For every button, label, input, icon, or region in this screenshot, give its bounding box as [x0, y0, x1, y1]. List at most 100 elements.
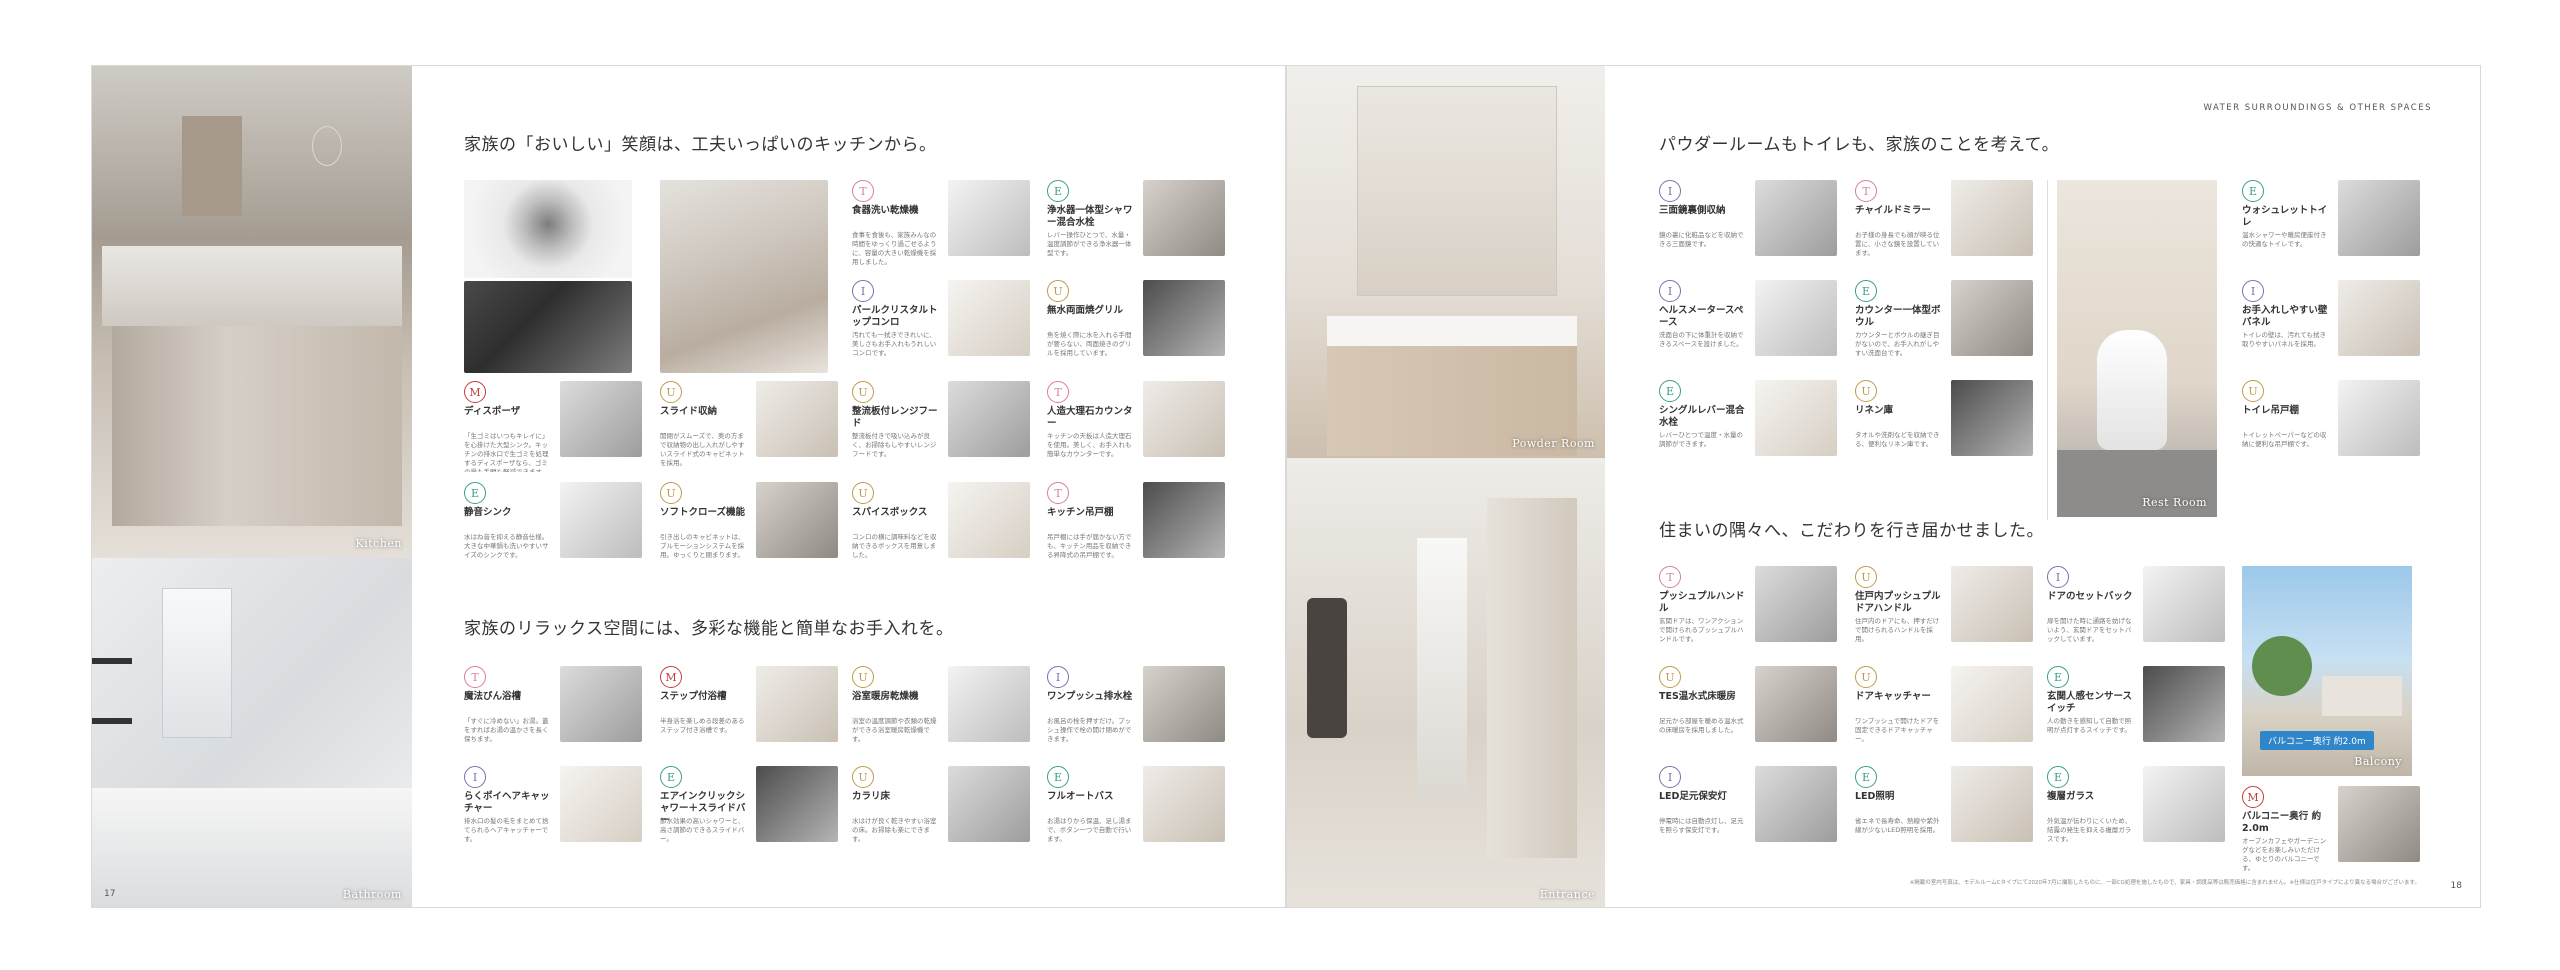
- feature-title: ドアキャッチャー: [1855, 691, 1931, 702]
- feature-badge: E: [1855, 766, 1877, 788]
- feature-item: M バルコニー奥行 約2.0m オープンカフェやガーデニングなどをお楽しみいただける…: [2242, 786, 2437, 878]
- feature-title: LED照明: [1855, 791, 1895, 802]
- feature-item: E ウォシュレットトイレ 温水シャワーや暖房便座付きの快適なトイレです。: [2242, 180, 2437, 272]
- feature-item: I ワンプッシュ排水栓 お風呂の栓を押すだけ。プッシュ操作で栓の開け閉めができます。: [1047, 666, 1242, 758]
- feature-description: 人の動きを感知して自動で照明が点灯するスイッチです。: [2047, 717, 2132, 734]
- feature-description: 浴室の温度調節や衣類の乾燥ができる浴室暖房乾燥機です。: [852, 717, 937, 743]
- feature-item: E 浄水器一体型シャワー混合水栓 レバー操作ひとつで、水量・温度調節ができる浄水器一…: [1047, 180, 1242, 272]
- feature-description: 扉を開けた時に通路を妨げないよう、玄関ドアをセットバックしています。: [2047, 617, 2132, 643]
- feature-title: 浴室暖房乾燥機: [852, 691, 919, 702]
- feature-item: T 人造大理石カウンター キッチンの天板は人造大理石を使用。美しく、お手入れも簡単な…: [1047, 381, 1242, 473]
- feature-title: スライド収納: [660, 406, 718, 417]
- feature-item: T 食器洗い乾燥機食事を食後も、家族みんなの時間をゆっくり過ごせるように、容量の大…: [852, 180, 1047, 272]
- feature-item: U TES温水式床暖房 足元から部屋を暖める温水式の床暖房を採用しました。: [1659, 666, 1854, 758]
- feature-badge: I: [1659, 766, 1681, 788]
- feature-item: T キッチン吊戸棚 吊戸棚には手が届かない方でも、キッチン用品を収納できる昇降式の吊…: [1047, 482, 1242, 574]
- feature-badge: I: [1047, 666, 1069, 688]
- feature-description: 外気温が伝わりにくいため、結露の発生を抑える複層ガラスです。: [2047, 817, 2132, 843]
- feature-description: 玄関ドアは、ワンアクションで開けられるプッシュプルハンドルです。: [1659, 617, 1744, 643]
- feature-badge: T: [464, 666, 486, 688]
- feature-title: キッチン吊戸棚: [1047, 507, 1114, 518]
- kitchen-heading: 家族の「おいしい」笑顔は、工夫いっぱいのキッチンから。: [464, 135, 937, 155]
- feature-description: 「すぐに冷めない」お湯。蓋をすればお湯の温かさを長く保ちます。: [464, 717, 549, 743]
- feature-item: U カラリ床 水はけが良く乾きやすい浴室の床。お掃除も楽にできます。: [852, 766, 1047, 858]
- feature-description: トイレの壁は、汚れても拭き取りやすいパネルを採用。: [2242, 331, 2326, 348]
- feature-badge: U: [852, 666, 874, 688]
- feature-photo: [1755, 566, 1837, 642]
- feature-title: 無水両面焼グリル: [1047, 305, 1124, 316]
- feature-title: 人造大理石カウンター: [1047, 406, 1133, 429]
- feature-description: キッチンの天板は人造大理石を使用。美しく、お手入れも簡単なカウンターです。: [1047, 432, 1132, 458]
- feature-description: 鏡の裏に化粧品などを収納できる三面鏡です。: [1659, 231, 1744, 248]
- rest-room-photo: Rest Room: [2057, 180, 2217, 517]
- feature-item: U スパイスボックス コンロの横に調味料などを収納できるボックスを用意しました。: [852, 482, 1047, 574]
- feature-photo: [2338, 380, 2420, 456]
- feature-item: I 三面鏡裏側収納 鏡の裏に化粧品などを収納できる三面鏡です。: [1659, 180, 1854, 272]
- powder-room-photo: Powder Room: [1287, 66, 1605, 458]
- feature-item: U 浴室暖房乾燥機浴室の温度調節や衣類の乾燥ができる浴室暖房乾燥機です。: [852, 666, 1047, 758]
- feature-description: 「生ゴミはいつもキレイに」を心掛けた大型シンク。キッチンの排水口で生ゴミを処理す…: [464, 432, 549, 472]
- feature-description: 省エネで長寿命、熱線や紫外線が少ないLED照明を採用。: [1855, 817, 1940, 834]
- feature-title: 整流板付レンジフード: [852, 406, 938, 429]
- feature-description: お風呂の栓を押すだけ。プッシュ操作で栓の開け閉めができます。: [1047, 717, 1132, 743]
- feature-item: U 無水両面焼グリル 魚を焼く際に水を入れる手間が要らない、両面焼きのグリルを採用し…: [1047, 280, 1242, 372]
- feature-photo: [756, 381, 838, 457]
- feature-title: 食器洗い乾燥機: [852, 205, 919, 216]
- feature-description: 魚を焼く際に水を入れる手間が要らない、両面焼きのグリルを採用しています。: [1047, 331, 1132, 357]
- feature-item: E LED照明省エネで長寿命、熱線や紫外線が少ないLED照明を採用。: [1855, 766, 2050, 858]
- feature-badge: T: [1855, 180, 1877, 202]
- feature-photo: [948, 381, 1030, 457]
- feature-photo: [2338, 280, 2420, 356]
- feature-photo: [1951, 766, 2033, 842]
- feature-badge: T: [852, 180, 874, 202]
- feature-item: T 魔法びん浴槽 「すぐに冷めない」お湯。蓋をすればお湯の温かさを長く保ちます。: [464, 666, 659, 758]
- feature-photo: [1951, 280, 2033, 356]
- feature-title: パールクリスタルトップコンロ: [852, 305, 938, 328]
- feature-title: リネン庫: [1855, 405, 1894, 416]
- feature-title: カウンター一体型ボウル: [1855, 305, 1941, 328]
- misc-heading: 住まいの隅々へ、こだわりを行き届かせました。: [1659, 521, 2044, 541]
- feature-title: 住戸内プッシュプルドアハンドル: [1855, 591, 1941, 614]
- feature-item: U ソフトクローズ機能 引き出しのキャビネットは、ブルモーションシステムを採用。ゆっ…: [660, 482, 855, 574]
- feature-title: TES温水式床暖房: [1659, 691, 1736, 702]
- kitchen-caption: Kitchen: [355, 537, 402, 550]
- feature-badge: U: [1855, 566, 1877, 588]
- powder-heading: パウダールームもトイレも、家族のことを考えて。: [1659, 135, 2060, 155]
- feature-badge: T: [1047, 381, 1069, 403]
- feature-photo: [756, 666, 838, 742]
- feature-item: E 静音シンク 水はね音を抑える静音仕様。大きな中華鍋も洗いやすいサイズのシンクです…: [464, 482, 659, 574]
- feature-photo: [2338, 180, 2420, 256]
- feature-description: 半身浴を楽しめる段差のあるステップ付き浴槽です。: [660, 717, 745, 734]
- feature-item: I らくポイヘアキャッチャー 排水口の髪の毛をまとめて捨てられるヘアキャッチャーです…: [464, 766, 659, 858]
- feature-item: M ディスポーザ 「生ゴミはいつもキレイに」を心掛けた大型シンク。キッチンの排水口で…: [464, 381, 659, 473]
- feature-item: I ヘルスメータースペース 洗面台の下に体重計を収納できるスペースを設けました。: [1659, 280, 1854, 372]
- feature-title: ソフトクローズ機能: [660, 507, 746, 518]
- feature-photo: [560, 666, 642, 742]
- feature-photo: [1755, 380, 1837, 456]
- feature-badge: M: [660, 666, 682, 688]
- feature-title: バルコニー奥行 約2.0m: [2242, 811, 2322, 834]
- feature-description: 洗面台の下に体重計を収納できるスペースを設けました。: [1659, 331, 1744, 348]
- feature-title: カラリ床: [852, 791, 891, 802]
- feature-photo: [1755, 766, 1837, 842]
- feature-badge: I: [852, 280, 874, 302]
- feature-badge: I: [464, 766, 486, 788]
- feature-item: E エアインクリックシャワー＋スライドバー 節水効果の高いシャワーと、高さ調節のでき…: [660, 766, 855, 858]
- feature-item: I お手入れしやすい壁パネル トイレの壁は、汚れても拭き取りやすいパネルを採用。: [2242, 280, 2437, 372]
- balcony-photo: バルコニー奥行 約2.0m Balcony: [2242, 566, 2412, 776]
- entrance-caption: Entrance: [1539, 888, 1595, 901]
- feature-badge: E: [2047, 766, 2069, 788]
- feature-photo: [560, 381, 642, 457]
- feature-photo: [1951, 666, 2033, 742]
- feature-description: カウンターとボウルの継ぎ目がないので、お手入れがしやすい洗面台です。: [1855, 331, 1940, 357]
- feature-photo: [2143, 566, 2225, 642]
- feature-title: LED足元保安灯: [1659, 791, 1727, 802]
- feature-description: 食事を食後も、家族みんなの時間をゆっくり過ごせるように、容量の大きい乾燥機を採用…: [852, 231, 937, 266]
- feature-description: 排水口の髪の毛をまとめて捨てられるヘアキャッチャーです。: [464, 817, 549, 843]
- feature-badge: U: [852, 766, 874, 788]
- right-page-number: 18: [2450, 881, 2462, 891]
- feature-description: 汚れても一拭きできれいに、美しさもお手入れもうれしいコンロです。: [852, 331, 937, 357]
- left-page: Kitchen 17 Bathroom 家族の「おいしい」笑顔は、工夫いっぱいの…: [91, 65, 1286, 908]
- feature-title: プッシュプルハンドル: [1659, 591, 1745, 614]
- feature-description: 引き出しのキャビネットは、ブルモーションシステムを採用。ゆっくりと閉まります。: [660, 533, 745, 559]
